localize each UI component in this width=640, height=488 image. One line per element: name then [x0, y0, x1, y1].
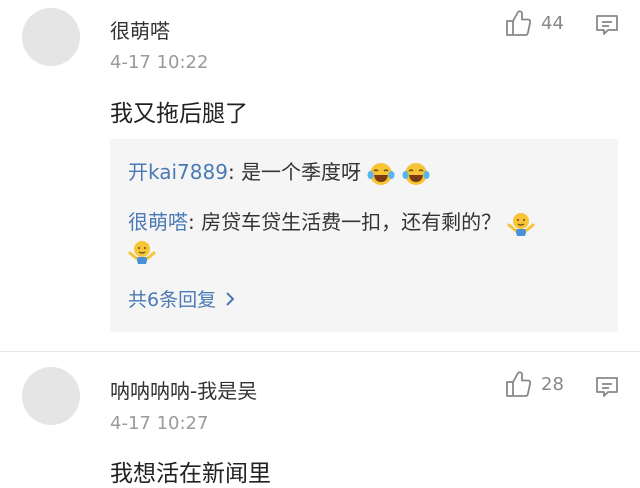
default-avatar-icon [22, 367, 80, 425]
laugh-cry-emoji-icon [402, 162, 430, 185]
more-replies-label: 共6条回复 [128, 289, 217, 311]
reply-username[interactable]: 开kai7889 [128, 160, 228, 184]
shrug-emoji-icon [128, 241, 156, 264]
like-button[interactable]: 28 [505, 370, 564, 398]
comment-bubble-icon [596, 15, 618, 35]
default-avatar-icon [22, 8, 80, 66]
reply-button[interactable] [595, 13, 619, 41]
avatar[interactable] [22, 8, 80, 66]
thumbs-up-icon [506, 371, 531, 397]
reply-text: 是一个季度呀 [241, 160, 362, 184]
reply-item: 开kai7889: 是一个季度呀 [128, 158, 430, 186]
view-more-replies-link[interactable]: 共6条回复 [128, 285, 236, 312]
comment-text: 我又拖后腿了 [110, 101, 248, 127]
shrug-emoji-icon [507, 212, 535, 236]
reply-separator: : [188, 210, 202, 234]
reply-separator: : [227, 160, 242, 184]
thumbs-up-icon [506, 10, 531, 36]
reply-thread: 开kai7889: 是一个季度呀 很萌嗒: 房贷车贷生活费一扣，还有剩的？ 共6… [110, 139, 618, 332]
comment-text: 我想活在新闻里 [110, 461, 271, 487]
laugh-cry-emoji-icon [367, 162, 395, 185]
reply-button[interactable] [595, 375, 619, 403]
chevron-right-icon [226, 291, 235, 306]
reply-text: 房贷车贷生活费一扣，还有剩的？ [201, 210, 502, 234]
like-count: 44 [541, 12, 564, 34]
like-count: 28 [541, 373, 564, 395]
reply-item: 很萌嗒: 房贷车贷生活费一扣，还有剩的？ [128, 208, 600, 265]
comment-username[interactable]: 呐呐呐呐-我是吴 [110, 375, 257, 404]
comment-divider [0, 351, 640, 352]
like-button[interactable]: 44 [505, 9, 564, 37]
comment-time: 4-17 10:22 [110, 52, 209, 73]
reply-username[interactable]: 很萌嗒 [128, 210, 188, 234]
comment-username[interactable]: 很萌嗒 [110, 15, 170, 44]
comment-bubble-icon [596, 377, 618, 397]
comment-time: 4-17 10:27 [110, 413, 209, 434]
avatar[interactable] [22, 367, 80, 425]
